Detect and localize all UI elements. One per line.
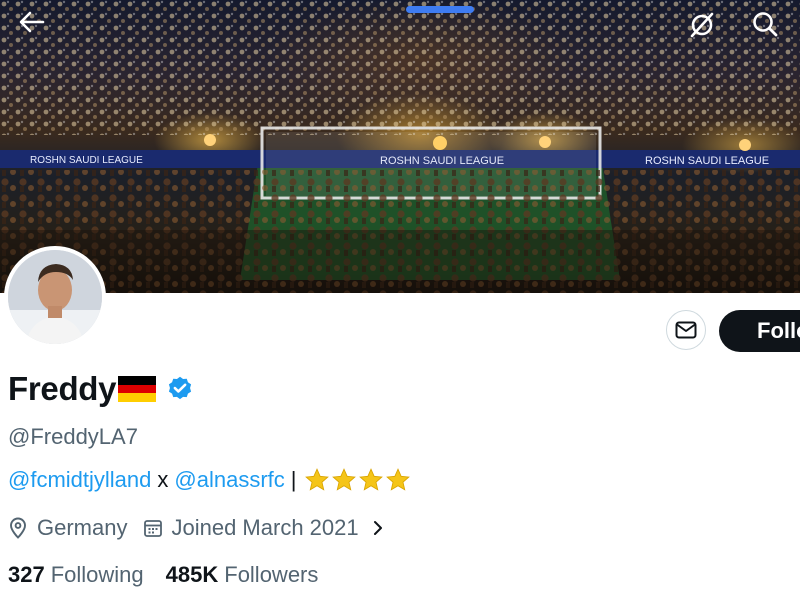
verified-badge-icon[interactable] <box>166 375 194 403</box>
stadium-photo: ROSHN SAUDI LEAGUE ROSHN SAUDI LEAGUE RO… <box>0 0 800 293</box>
search-button[interactable] <box>751 10 791 50</box>
followers-label: Followers <box>224 562 319 587</box>
user-handle: @FreddyLA7 <box>8 424 138 449</box>
grok-button[interactable] <box>688 11 728 51</box>
location-pin-icon <box>10 517 26 539</box>
profile-meta: Germany Joined March 2021 <box>8 515 385 541</box>
arrow-left-icon <box>19 11 45 33</box>
star-icon <box>359 468 384 491</box>
message-button[interactable] <box>666 310 706 350</box>
bio-divider: | <box>290 467 297 492</box>
name-row: Freddy <box>8 367 194 411</box>
profile-banner[interactable]: ROSHN SAUDI LEAGUE ROSHN SAUDI LEAGUE RO… <box>0 0 800 293</box>
grok-icon <box>690 12 714 38</box>
back-button[interactable] <box>19 11 59 51</box>
followers-count: 485K <box>165 562 219 587</box>
star-icon <box>332 468 357 491</box>
joined-date[interactable]: Joined March 2021 <box>143 515 384 541</box>
avatar-photo <box>8 250 102 344</box>
following-stat[interactable]: 327 Following <box>8 562 144 588</box>
chevron-right-icon <box>373 521 382 535</box>
calendar-icon <box>144 520 163 537</box>
star-icon <box>386 468 411 491</box>
display-name: Freddy <box>8 370 117 407</box>
followers-stat[interactable]: 485K Followers <box>166 562 319 588</box>
location-text: Germany <box>37 515 128 540</box>
location: Germany <box>8 515 127 541</box>
envelope-icon <box>675 321 697 339</box>
following-count: 327 <box>8 562 45 587</box>
ad-board-text: ROSHN SAUDI LEAGUE <box>30 155 143 166</box>
avatar[interactable] <box>4 246 106 348</box>
follow-button[interactable]: Follow <box>719 310 800 352</box>
bio-separator: x <box>157 467 169 492</box>
bio-mention-link[interactable]: @alnassrfc <box>174 467 284 493</box>
joined-text: Joined March 2021 <box>171 515 359 540</box>
follow-stats: 327 Following 485K Followers <box>8 562 318 588</box>
ad-board-text-right: ROSHN SAUDI LEAGUE <box>645 155 769 167</box>
bio-stars <box>304 467 412 493</box>
bio: @fcmidtjylland x @alnassrfc | <box>8 467 412 493</box>
follow-button-label: Follow <box>757 318 800 343</box>
star-icon <box>305 468 330 491</box>
search-icon <box>753 12 778 37</box>
drag-handle[interactable] <box>406 6 474 13</box>
germany-flag-icon <box>118 376 157 402</box>
following-label: Following <box>50 562 144 587</box>
bio-mention-link[interactable]: @fcmidtjylland <box>8 467 151 493</box>
